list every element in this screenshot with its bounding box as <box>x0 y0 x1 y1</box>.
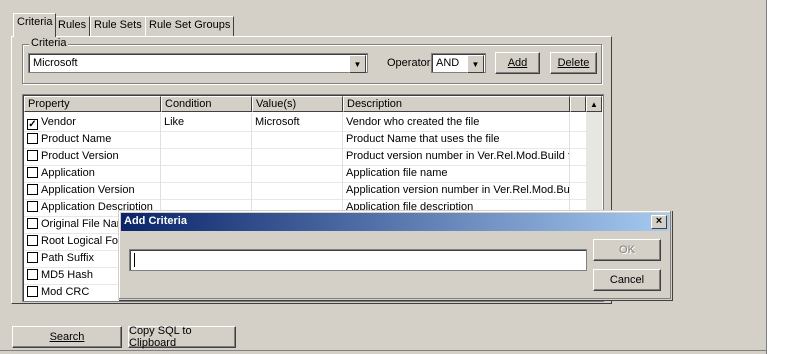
criteria-group-label: Criteria <box>29 37 69 49</box>
cell-condition[interactable] <box>161 130 252 148</box>
ok-button[interactable]: OK <box>593 239 661 261</box>
search-button-label: Search <box>49 331 85 343</box>
cell-property-text: Product Version <box>41 150 119 162</box>
cell-values[interactable] <box>252 181 343 199</box>
add-criteria-dialog: Add Criteria × OK Cancel <box>118 210 672 300</box>
row-checkbox[interactable] <box>27 133 38 144</box>
operator-combo[interactable]: AND ▼ <box>431 53 486 73</box>
cell-condition[interactable]: Like <box>161 113 252 131</box>
row-checkbox[interactable] <box>27 167 38 178</box>
row-checkbox[interactable] <box>27 184 38 195</box>
cell-description[interactable]: Application file name <box>343 164 570 182</box>
operator-label: Operator: <box>387 57 434 69</box>
column-header-description[interactable]: Description <box>343 96 570 112</box>
cell-values[interactable]: Microsoft <box>252 113 343 131</box>
ok-button-label: OK <box>619 244 635 256</box>
cell-description[interactable]: Product Name that uses the file <box>343 130 570 148</box>
row-checkbox[interactable] <box>27 252 38 263</box>
text-caret <box>134 253 135 267</box>
copy-sql-button[interactable]: Copy SQL to Clipboard <box>128 325 236 349</box>
cell-property-text: Product Name <box>41 133 112 145</box>
cell-description[interactable]: Application version number in Ver.Rel.Mo… <box>343 181 570 199</box>
close-icon[interactable]: × <box>651 215 667 229</box>
cell-property[interactable]: Product Name <box>24 130 161 148</box>
column-header-values[interactable]: Value(s) <box>252 96 343 112</box>
cell-property-text: Mod CRC <box>41 286 90 298</box>
cell-description-text: Application version number in Ver.Rel.Mo… <box>346 184 570 196</box>
cell-description[interactable]: Vendor who created the file <box>343 113 570 131</box>
row-checkbox[interactable] <box>27 218 38 229</box>
cell-values[interactable] <box>252 130 343 148</box>
cell-description-text: Product version number in Ver.Rel.Mod.Bu… <box>346 150 570 162</box>
scroll-up-arrow-icon[interactable]: ▲ <box>586 96 602 112</box>
column-header-condition[interactable]: Condition <box>161 96 252 112</box>
criteria-combo-value: Microsoft <box>33 57 78 69</box>
row-checkbox[interactable] <box>27 150 38 161</box>
cell-property-text: Application Version <box>41 184 135 196</box>
cell-property-text: Vendor <box>41 116 76 128</box>
cell-description-text: Vendor who created the file <box>346 116 480 128</box>
copy-sql-button-label: Copy SQL to Clipboard <box>129 325 192 349</box>
tab-criteria[interactable]: Criteria <box>13 13 57 37</box>
row-checkbox[interactable] <box>27 201 38 212</box>
criteria-input[interactable] <box>129 249 587 271</box>
cell-property-text: MD5 Hash <box>41 269 93 281</box>
panel-edge-right <box>766 0 767 354</box>
operator-combo-value: AND <box>436 57 460 69</box>
row-checkbox[interactable] <box>27 235 38 246</box>
delete-button-label: Delete <box>557 57 590 69</box>
add-button[interactable]: Add <box>495 52 540 74</box>
cell-condition[interactable] <box>161 147 252 165</box>
cell-values[interactable] <box>252 164 343 182</box>
column-header-filler <box>570 96 586 112</box>
cancel-button[interactable]: Cancel <box>593 269 661 291</box>
cell-description[interactable]: Product version number in Ver.Rel.Mod.Bu… <box>343 147 570 165</box>
row-checkbox[interactable] <box>27 269 38 280</box>
chevron-down-icon[interactable]: ▼ <box>349 55 366 73</box>
cell-property[interactable]: Application <box>24 164 161 182</box>
chevron-down-icon[interactable]: ▼ <box>467 55 484 73</box>
search-button[interactable]: Search <box>12 326 122 348</box>
cell-description-text: Product Name that uses the file <box>346 133 500 145</box>
cancel-button-label: Cancel <box>609 274 645 286</box>
row-checkbox[interactable] <box>27 286 38 297</box>
cell-values[interactable] <box>252 147 343 165</box>
panel-edge-bottom <box>0 350 766 351</box>
delete-button[interactable]: Delete <box>550 52 597 74</box>
cell-values-text: Microsoft <box>255 116 300 128</box>
cell-property-text: Path Suffix <box>41 252 94 264</box>
cell-description-text: Application file name <box>346 167 448 179</box>
cell-condition[interactable] <box>161 164 252 182</box>
cell-property[interactable]: Application Version <box>24 181 161 199</box>
dialog-title: Add Criteria <box>124 215 187 227</box>
tab-rule-set-groups[interactable]: Rule Set Groups <box>145 16 235 36</box>
tab-rules[interactable]: Rules <box>54 16 91 36</box>
criteria-combo[interactable]: Microsoft ▼ <box>28 53 368 73</box>
cell-condition[interactable] <box>161 181 252 199</box>
cell-property-text: Application <box>41 167 95 179</box>
tab-rule-sets[interactable]: Rule Sets <box>90 16 146 36</box>
column-header-property[interactable]: Property <box>24 96 161 112</box>
add-button-label: Add <box>507 57 528 69</box>
dialog-titlebar[interactable]: Add Criteria × <box>121 213 669 231</box>
row-checkbox[interactable]: ✓ <box>27 119 38 130</box>
cell-property[interactable]: ✓ Vendor <box>24 113 161 131</box>
cell-property[interactable]: Product Version <box>24 147 161 165</box>
cell-condition-text: Like <box>164 116 185 128</box>
